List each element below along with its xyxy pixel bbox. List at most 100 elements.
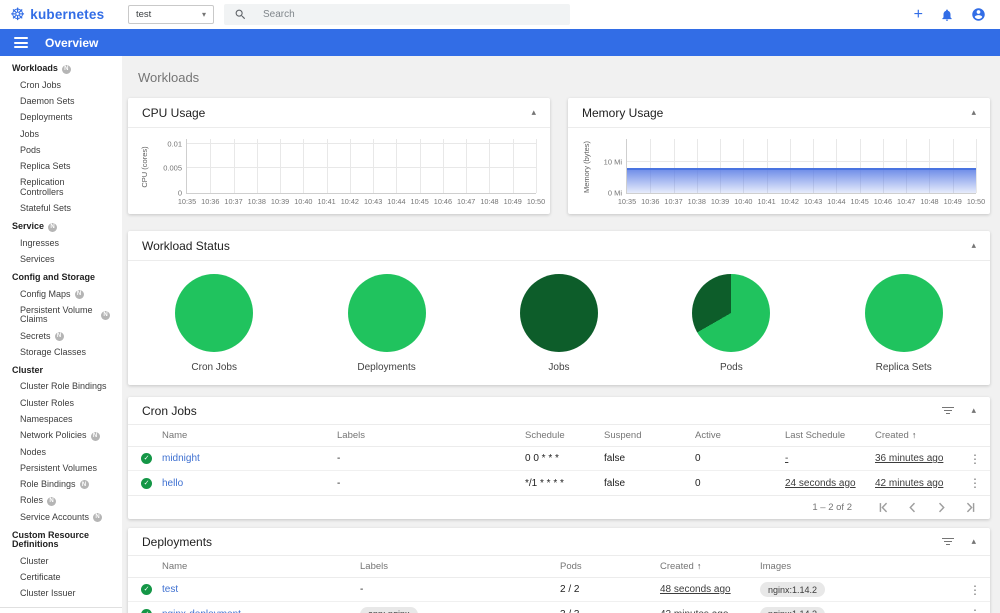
sidebar-section-label: Config and Storage xyxy=(12,272,95,283)
sidebar-item-persistent-volumes[interactable]: Persistent Volumes xyxy=(0,460,122,476)
user-profile-icon[interactable] xyxy=(971,7,986,22)
brand-home-link[interactable]: ☸ kubernetes xyxy=(10,6,118,23)
column-header-labels[interactable]: Labels xyxy=(360,561,560,572)
grid-line xyxy=(187,167,536,169)
schedule-cell: */1 * * * * xyxy=(525,477,564,489)
sidebar-item-cluster-roles[interactable]: Cluster Roles xyxy=(0,395,122,411)
sidebar-item-network-policies[interactable]: Network Policies N xyxy=(0,428,122,444)
sidebar-item-namespaces[interactable]: Namespaces xyxy=(0,412,122,428)
sidebar-item-nodes[interactable]: Nodes xyxy=(0,444,122,460)
column-header-created[interactable]: Created ↑ xyxy=(660,561,760,572)
sidebar-section-service: Service N xyxy=(0,219,122,235)
sidebar-item-pods[interactable]: Pods xyxy=(0,142,122,158)
column-header-active[interactable]: Active xyxy=(695,430,785,441)
previous-page-icon[interactable] xyxy=(907,502,918,513)
sidebar-item-ingresses[interactable]: Ingresses xyxy=(0,235,122,251)
column-header-created[interactable]: Created ↑ xyxy=(875,430,960,441)
labels-cell: - xyxy=(337,477,341,489)
last-page-icon[interactable] xyxy=(965,502,976,513)
resource-name-link[interactable]: hello xyxy=(162,478,337,489)
resource-name-link[interactable]: nginx-deployment xyxy=(162,609,360,613)
column-header-last-schedule[interactable]: Last Schedule xyxy=(785,430,875,441)
pie-chart-label: Jobs xyxy=(548,362,570,373)
grid-line xyxy=(210,139,212,193)
x-tick-label: 10:50 xyxy=(526,197,546,206)
menu-hamburger-icon[interactable] xyxy=(14,37,28,48)
created-cell: 42 minutes ago xyxy=(875,477,944,489)
sidebar-item-label: Network Policies xyxy=(20,430,87,441)
filter-icon[interactable] xyxy=(941,537,955,546)
sidebar-item-services[interactable]: Services xyxy=(0,252,122,268)
collapse-caret-icon[interactable]: ▴ xyxy=(971,536,976,547)
create-resource-button[interactable]: + xyxy=(914,6,923,23)
sidebar-item-label: Namespaces xyxy=(20,414,73,425)
column-header-pods[interactable]: Pods xyxy=(560,561,660,572)
sidebar-item-replica-sets[interactable]: Replica Sets xyxy=(0,159,122,175)
collapse-caret-icon[interactable]: ▴ xyxy=(531,107,536,118)
grid-line xyxy=(349,139,351,193)
first-page-icon[interactable] xyxy=(878,502,889,513)
sidebar-item-stateful-sets[interactable]: Stateful Sets xyxy=(0,201,122,217)
sidebar-item-deployments[interactable]: Deployments xyxy=(0,110,122,126)
column-header-schedule[interactable]: Schedule xyxy=(525,430,604,441)
sidebar-item-label: Cluster Role Bindings xyxy=(20,381,107,392)
x-tick-label: 10:46 xyxy=(433,197,453,206)
sidebar-item-role-bindings[interactable]: Role Bindings N xyxy=(0,477,122,493)
sidebar-item-cluster[interactable]: Cluster xyxy=(0,553,122,569)
namespace-selector[interactable]: test ▾ xyxy=(128,5,214,24)
search-input[interactable] xyxy=(263,9,560,20)
grid-line xyxy=(512,139,514,193)
column-header-suspend[interactable]: Suspend xyxy=(604,430,695,441)
row-menu-icon[interactable]: ⋮ xyxy=(960,476,990,490)
x-tick-label: 10:44 xyxy=(387,197,406,206)
sidebar-item-replication-controllers[interactable]: Replication Controllers xyxy=(0,175,122,201)
collapse-caret-icon[interactable]: ▴ xyxy=(971,240,976,251)
page-breadcrumb-title: Overview xyxy=(45,35,99,50)
sidebar-item-secrets[interactable]: Secrets N xyxy=(0,328,122,344)
memory-usage-chart: Memory (bytes) 10:35 10:36 10:37 10:38 10:39… xyxy=(582,139,985,206)
sidebar-item-persistent-volume-claims[interactable]: Persistent Volume Claims N xyxy=(0,302,122,328)
page-title: Workloads xyxy=(138,70,200,85)
sidebar-item-certificate[interactable]: Certificate xyxy=(0,570,122,586)
sidebar-item-config-maps[interactable]: Config Maps N xyxy=(0,286,122,302)
sidebar-item-service-accounts[interactable]: Service Accounts N xyxy=(0,509,122,525)
last-schedule-cell: 24 seconds ago xyxy=(785,477,856,489)
x-tick-label: 10:39 xyxy=(710,197,730,206)
column-header-name[interactable]: Name xyxy=(162,430,337,441)
resource-name-link[interactable]: test xyxy=(162,584,360,595)
notifications-bell-icon[interactable] xyxy=(940,8,954,22)
row-menu-icon[interactable]: ⋮ xyxy=(960,583,990,597)
sidebar-item-roles[interactable]: Roles N xyxy=(0,493,122,509)
sidebar-item-cluster-role-bindings[interactable]: Cluster Role Bindings xyxy=(0,379,122,395)
success-check-icon: ✓ xyxy=(141,584,152,595)
sidebar-item-label: Config Maps xyxy=(20,288,71,299)
column-header-labels[interactable]: Labels xyxy=(337,430,525,441)
filter-icon[interactable] xyxy=(941,406,955,415)
memory-usage-card-header: Memory Usage ▴ xyxy=(568,98,990,128)
collapse-caret-icon[interactable]: ▴ xyxy=(971,107,976,118)
sidebar-item-cluster-issuer[interactable]: Cluster Issuer xyxy=(0,586,122,602)
table-row: ✓ test - 2 / 2 48 seconds ago nginx:1.14.2 ⋮ xyxy=(128,578,990,602)
collapse-caret-icon[interactable]: ▴ xyxy=(971,405,976,416)
namespace-selected-value: test xyxy=(136,9,152,20)
sidebar-item-storage-classes[interactable]: Storage Classes xyxy=(0,345,122,361)
sidebar-item-daemon-sets[interactable]: Daemon Sets xyxy=(0,94,122,110)
sidebar-item-label: Stateful Sets xyxy=(20,203,72,214)
x-tick-label: 10:39 xyxy=(270,197,290,206)
grid-line xyxy=(233,139,235,193)
next-page-icon[interactable] xyxy=(936,502,947,513)
sidebar-item-label: Pods xyxy=(20,144,41,155)
column-header-name[interactable]: Name xyxy=(162,561,360,572)
label-chip: nginx:1.14.2 xyxy=(760,606,826,613)
table-row: ✓ hello - */1 * * * * false 0 24 seconds ago 42… xyxy=(128,471,990,495)
cron-jobs-title: Cron Jobs xyxy=(142,403,197,418)
row-menu-icon[interactable]: ⋮ xyxy=(960,607,990,613)
sidebar-item-cron-jobs[interactable]: Cron Jobs xyxy=(0,77,122,93)
column-header-images[interactable]: Images xyxy=(760,561,960,572)
namespaced-badge: N xyxy=(47,496,57,506)
resource-name-link[interactable]: midnight xyxy=(162,453,337,464)
sidebar-item-jobs[interactable]: Jobs xyxy=(0,126,122,142)
row-menu-icon[interactable]: ⋮ xyxy=(960,452,990,466)
memory-y-axis-label: Memory (bytes) xyxy=(581,140,591,193)
pie-chart-label: Deployments xyxy=(357,362,416,373)
